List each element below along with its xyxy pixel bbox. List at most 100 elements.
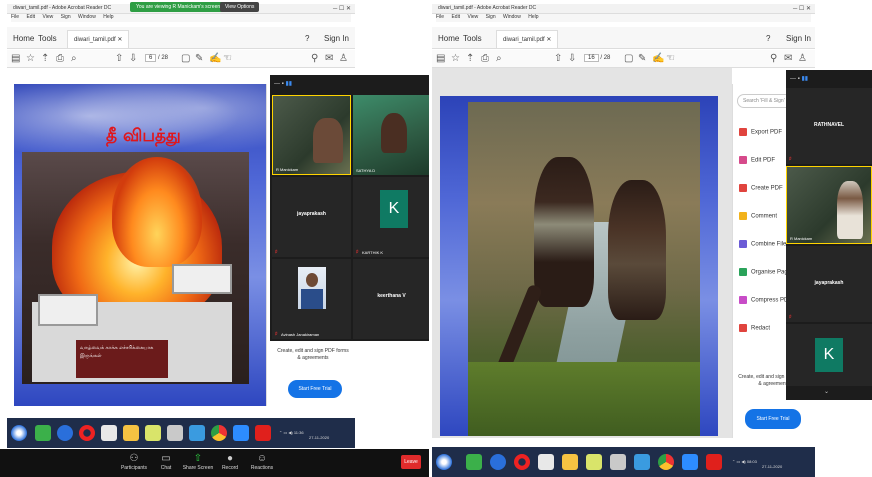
help-icon[interactable]: ? bbox=[305, 34, 309, 43]
page-up-icon[interactable]: ⇧ bbox=[554, 53, 562, 65]
tool-export-pdf[interactable]: Export PDF bbox=[739, 128, 782, 136]
view-options-button[interactable]: View Options bbox=[220, 2, 260, 12]
page-number-input[interactable]: 16 bbox=[584, 54, 599, 62]
taskbar-app-icon[interactable] bbox=[167, 425, 183, 441]
menu-view[interactable]: View bbox=[467, 14, 478, 20]
taskbar-app-icon[interactable] bbox=[145, 425, 161, 441]
tool-comment[interactable]: Comment bbox=[739, 212, 777, 220]
search-icon[interactable]: ⌕ bbox=[71, 53, 77, 65]
menu-view[interactable]: View bbox=[42, 14, 53, 20]
upload-icon[interactable]: ⇡ bbox=[466, 53, 474, 65]
tab-home[interactable]: Home bbox=[13, 34, 34, 43]
chrome-icon[interactable] bbox=[658, 454, 674, 470]
gallery-scroll-down-icon[interactable]: ⌄ bbox=[824, 388, 829, 395]
participant-tile[interactable]: R Manickam bbox=[786, 166, 872, 244]
menu-sign[interactable]: Sign bbox=[486, 14, 496, 20]
left-start-trial-button[interactable]: Start Free Trial bbox=[288, 380, 342, 398]
menu-sign[interactable]: Sign bbox=[61, 14, 71, 20]
participant-tile[interactable]: R Manickam bbox=[272, 95, 351, 175]
print-icon[interactable]: ⎙ bbox=[56, 53, 64, 65]
menu-edit[interactable]: Edit bbox=[26, 14, 35, 20]
taskbar-app-icon[interactable] bbox=[538, 454, 554, 470]
person-icon[interactable]: ♙ bbox=[339, 53, 348, 65]
sign-icon[interactable]: ✍ bbox=[209, 53, 221, 65]
mail-icon[interactable]: ✉ bbox=[784, 53, 792, 65]
sign-in-link[interactable]: Sign In bbox=[324, 34, 349, 43]
left-window-controls[interactable]: ─ ☐ ✕ bbox=[333, 5, 351, 12]
tab-tools[interactable]: Tools bbox=[463, 34, 482, 43]
tool-redact[interactable]: Redact bbox=[739, 324, 770, 332]
star-icon[interactable]: ☆ bbox=[26, 53, 35, 65]
right-start-trial-button[interactable]: Start Free Trial bbox=[745, 409, 801, 429]
opera-icon[interactable] bbox=[79, 425, 95, 441]
hand-icon[interactable]: ☜ bbox=[666, 53, 675, 65]
save-icon[interactable]: ▤ bbox=[436, 53, 445, 65]
pen-icon[interactable]: ✎ bbox=[195, 53, 203, 65]
taskbar-app-icon[interactable] bbox=[35, 425, 51, 441]
zoom-app-icon[interactable] bbox=[682, 454, 698, 470]
opera-icon[interactable] bbox=[514, 454, 530, 470]
participant-tile[interactable]: keerthana V bbox=[353, 259, 430, 339]
person-icon[interactable]: ♙ bbox=[798, 53, 807, 65]
tool-compress-pdf[interactable]: Compress PDF bbox=[739, 296, 792, 304]
participant-tile[interactable]: RATHNAVEL ♯ bbox=[786, 88, 872, 164]
save-icon[interactable]: ▤ bbox=[11, 53, 20, 65]
participant-tile[interactable]: Avinash Janakiraman ♯ bbox=[272, 259, 351, 339]
pen-icon[interactable]: ✎ bbox=[638, 53, 646, 65]
taskbar-app-icon[interactable] bbox=[57, 425, 73, 441]
menu-file[interactable]: File bbox=[11, 14, 19, 20]
taskbar-app-icon[interactable] bbox=[189, 425, 205, 441]
tool-combine-files[interactable]: Combine Files bbox=[739, 240, 789, 248]
share-icon[interactable]: ⚲ bbox=[770, 53, 777, 65]
menu-edit[interactable]: Edit bbox=[451, 14, 460, 20]
right-window-controls[interactable]: ─ ☐ ✕ bbox=[793, 5, 811, 12]
sign-in-link[interactable]: Sign In bbox=[786, 34, 811, 43]
mail-icon[interactable]: ✉ bbox=[325, 53, 333, 65]
star-icon[interactable]: ☆ bbox=[451, 53, 460, 65]
chrome-icon[interactable] bbox=[211, 425, 227, 441]
participant-tile[interactable]: K bbox=[786, 324, 872, 386]
help-icon[interactable]: ? bbox=[766, 34, 770, 43]
taskbar-app-icon[interactable] bbox=[466, 454, 482, 470]
acrobat-icon[interactable] bbox=[255, 425, 271, 441]
tool-create-pdf[interactable]: Create PDF bbox=[739, 184, 783, 192]
menu-help[interactable]: Help bbox=[103, 14, 113, 20]
page-down-icon[interactable]: ⇩ bbox=[568, 53, 576, 65]
tool-edit-pdf[interactable]: Edit PDF bbox=[739, 156, 775, 164]
comment-icon[interactable]: ▢ bbox=[624, 53, 633, 65]
participant-tile[interactable]: SATHYA D bbox=[353, 95, 430, 175]
tab-tools[interactable]: Tools bbox=[38, 34, 57, 43]
start-icon[interactable] bbox=[436, 454, 452, 470]
sign-icon[interactable]: ✍ bbox=[652, 53, 664, 65]
zoom-app-icon[interactable] bbox=[233, 425, 249, 441]
acrobat-icon[interactable] bbox=[706, 454, 722, 470]
tab-document[interactable]: diwari_tamil.pdf ✕ bbox=[67, 30, 130, 48]
leave-button[interactable]: Leave bbox=[401, 455, 421, 469]
tab-document[interactable]: diwari_tamil.pdf ✕ bbox=[496, 30, 559, 48]
menu-file[interactable]: File bbox=[436, 14, 444, 20]
page-down-icon[interactable]: ⇩ bbox=[129, 53, 137, 65]
page-up-icon[interactable]: ⇧ bbox=[115, 53, 123, 65]
taskbar-app-icon[interactable] bbox=[101, 425, 117, 441]
share-icon[interactable]: ⚲ bbox=[311, 53, 318, 65]
participant-tile[interactable]: K KARTHIK K ♯ bbox=[353, 177, 430, 257]
search-icon[interactable]: ⌕ bbox=[496, 53, 502, 65]
taskbar-app-icon[interactable] bbox=[610, 454, 626, 470]
print-icon[interactable]: ⎙ bbox=[481, 53, 489, 65]
comment-icon[interactable]: ▢ bbox=[181, 53, 190, 65]
upload-icon[interactable]: ⇡ bbox=[41, 53, 49, 65]
menu-window[interactable]: Window bbox=[503, 14, 521, 20]
taskbar-app-icon[interactable] bbox=[634, 454, 650, 470]
hand-icon[interactable]: ☜ bbox=[223, 53, 232, 65]
tab-home[interactable]: Home bbox=[438, 34, 459, 43]
page-number-input[interactable]: 6 bbox=[145, 54, 157, 62]
participant-tile[interactable]: jayaprakash ♯ bbox=[786, 246, 872, 322]
menu-help[interactable]: Help bbox=[528, 14, 538, 20]
menu-window[interactable]: Window bbox=[78, 14, 96, 20]
taskbar-app-icon[interactable] bbox=[490, 454, 506, 470]
taskbar-app-icon[interactable] bbox=[586, 454, 602, 470]
reactions-control[interactable]: ☺ Reactions bbox=[242, 453, 282, 471]
participant-tile[interactable]: jayaprakash ♯ bbox=[272, 177, 351, 257]
folder-icon[interactable] bbox=[562, 454, 578, 470]
folder-icon[interactable] bbox=[123, 425, 139, 441]
